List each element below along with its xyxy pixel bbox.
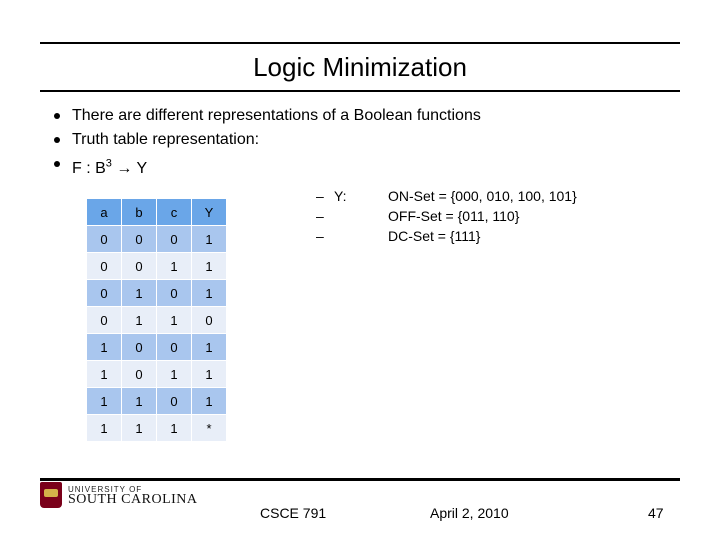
- table-row: 1 1 0 1: [87, 388, 227, 415]
- set-row: – Y: ON-Set = {000, 010, 100, 101}: [316, 186, 577, 206]
- table-row: 1 1 1 *: [87, 415, 227, 442]
- col-header: c: [157, 199, 192, 226]
- dc-set-text: DC-Set = {111}: [388, 226, 480, 246]
- wordmark: UNIVERSITY OF SOUTH CAROLINA: [68, 485, 198, 505]
- cell: 1: [122, 415, 157, 442]
- y-label-empty: [334, 226, 388, 246]
- cell: 1: [87, 415, 122, 442]
- cell: 0: [157, 226, 192, 253]
- bullet-list: There are different representations of a…: [50, 104, 690, 181]
- set-definitions: – Y: ON-Set = {000, 010, 100, 101} – OFF…: [316, 186, 577, 246]
- cell: *: [192, 415, 227, 442]
- cell: 0: [122, 253, 157, 280]
- table-row: 0 1 1 0: [87, 307, 227, 334]
- cell: 1: [122, 280, 157, 307]
- cell: 1: [157, 415, 192, 442]
- y-label-empty: [334, 206, 388, 226]
- cell: 0: [157, 334, 192, 361]
- course-code: CSCE 791: [260, 505, 326, 521]
- table-row: 0 0 1 1: [87, 253, 227, 280]
- cell: 1: [192, 253, 227, 280]
- cell: 1: [192, 361, 227, 388]
- bullet-item: F : B3 → Y: [50, 152, 690, 181]
- cell: 0: [87, 307, 122, 334]
- col-header: Y: [192, 199, 227, 226]
- cell: 0: [122, 361, 157, 388]
- table-row: 1 0 1 1: [87, 361, 227, 388]
- cell: 1: [192, 334, 227, 361]
- rule-bottom: [40, 478, 680, 481]
- superscript: 3: [106, 158, 112, 170]
- table-body: 0 0 0 1 0 0 1 1 0 1 0 1 0 1 1 0: [87, 226, 227, 442]
- slide-date: April 2, 2010: [430, 505, 509, 521]
- cell: 0: [87, 280, 122, 307]
- table-row: 0 1 0 1: [87, 280, 227, 307]
- cell: 0: [87, 226, 122, 253]
- cell: 1: [87, 334, 122, 361]
- slide: Logic Minimization There are different r…: [0, 0, 720, 540]
- col-header: b: [122, 199, 157, 226]
- rule-top-2: [40, 90, 680, 92]
- cell: 0: [192, 307, 227, 334]
- cell: 0: [122, 226, 157, 253]
- cell: 1: [157, 361, 192, 388]
- bullet-text: F : B3 → Y: [72, 160, 147, 177]
- crest-icon: [40, 482, 62, 508]
- slide-title: Logic Minimization: [0, 52, 720, 83]
- cell: 1: [192, 280, 227, 307]
- dash-icon: –: [316, 186, 334, 206]
- table-row: 1 0 0 1: [87, 334, 227, 361]
- truth-table: a b c Y 0 0 0 1 0 0 1 1 0 1 0: [86, 198, 227, 442]
- cell: 1: [192, 388, 227, 415]
- slide-number: 47: [648, 505, 664, 521]
- bullet-item: There are different representations of a…: [50, 104, 690, 128]
- cell: 1: [87, 361, 122, 388]
- cell: 1: [122, 388, 157, 415]
- cell: 1: [192, 226, 227, 253]
- off-set-text: OFF-Set = {011, 110}: [388, 206, 519, 226]
- rule-top-1: [40, 42, 680, 44]
- cell: 1: [122, 307, 157, 334]
- dash-icon: –: [316, 206, 334, 226]
- cell: 0: [157, 280, 192, 307]
- col-header: a: [87, 199, 122, 226]
- table-row: 0 0 0 1: [87, 226, 227, 253]
- slide-body: There are different representations of a…: [50, 104, 690, 181]
- bullet-item: Truth table representation:: [50, 128, 690, 152]
- cell: 1: [157, 307, 192, 334]
- university-logo: UNIVERSITY OF SOUTH CAROLINA: [40, 482, 198, 508]
- table-header-row: a b c Y: [87, 199, 227, 226]
- cell: 0: [157, 388, 192, 415]
- cell: 1: [87, 388, 122, 415]
- y-label: Y:: [334, 186, 388, 206]
- set-row: – DC-Set = {111}: [316, 226, 577, 246]
- cell: 0: [87, 253, 122, 280]
- dash-icon: –: [316, 226, 334, 246]
- on-set-text: ON-Set = {000, 010, 100, 101}: [388, 186, 577, 206]
- cell: 1: [157, 253, 192, 280]
- wordmark-bottom: SOUTH CAROLINA: [68, 495, 198, 505]
- cell: 0: [122, 334, 157, 361]
- set-row: – OFF-Set = {011, 110}: [316, 206, 577, 226]
